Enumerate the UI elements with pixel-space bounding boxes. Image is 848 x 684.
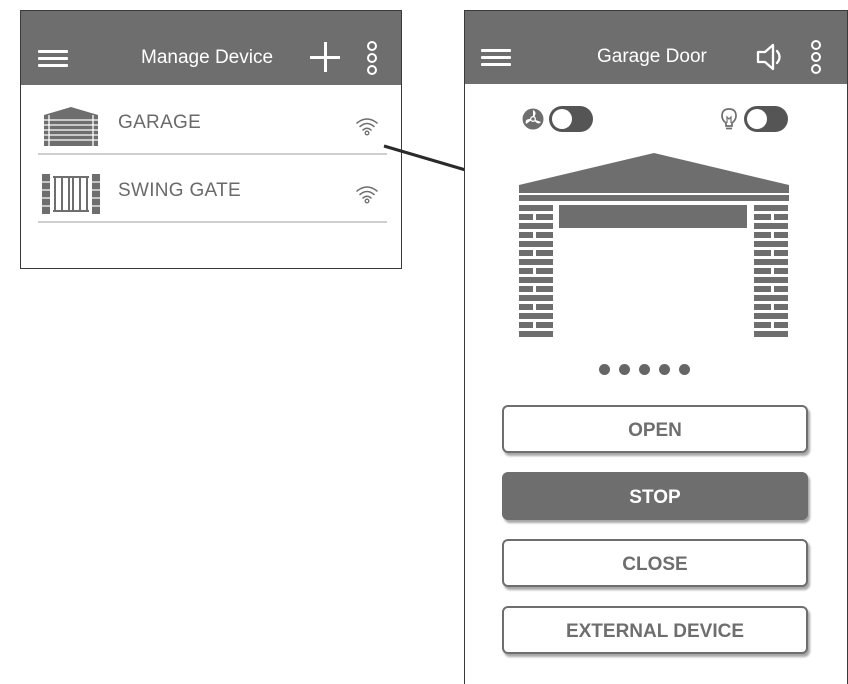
page-dot[interactable] <box>619 364 630 375</box>
hamburger-menu-icon[interactable] <box>38 47 68 69</box>
page-dot[interactable] <box>659 364 670 375</box>
stop-button[interactable]: STOP <box>502 472 808 520</box>
light-toggle[interactable] <box>744 106 788 132</box>
page-title: Garage Door <box>597 46 707 67</box>
vertical-dots-icon[interactable] <box>810 40 822 74</box>
hamburger-menu-icon[interactable] <box>481 46 511 68</box>
page-dot[interactable] <box>639 364 650 375</box>
page-dot[interactable] <box>679 364 690 375</box>
manage-device-screen: Manage Device GARAGE SWING GATE <box>20 10 402 269</box>
fan-icon <box>522 108 544 130</box>
device-item-garage[interactable]: GARAGE <box>38 89 387 155</box>
top-app-bar: Manage Device <box>21 11 401 85</box>
page-title: Manage Device <box>141 47 274 68</box>
open-button[interactable]: OPEN <box>502 405 808 453</box>
external-device-button[interactable]: EXTERNAL DEVICE <box>502 606 808 654</box>
divider <box>38 153 387 155</box>
speaker-icon[interactable] <box>755 42 787 72</box>
garage-door-screen: Garage Door OPEN STOP CLOSE EXTERNAL DEV… <box>464 10 848 684</box>
fan-toggle[interactable] <box>549 106 593 132</box>
vertical-dots-icon[interactable] <box>366 41 378 75</box>
lightbulb-icon <box>721 108 737 130</box>
wifi-signal-icon <box>356 118 378 136</box>
close-button[interactable]: CLOSE <box>502 539 808 587</box>
wifi-signal-icon <box>356 186 378 204</box>
device-item-swing-gate[interactable]: SWING GATE <box>38 157 387 223</box>
top-app-bar: Garage Door <box>465 11 847 84</box>
device-label: SWING GATE <box>118 180 241 201</box>
swing-gate-icon <box>42 174 100 214</box>
divider <box>38 221 387 223</box>
page-dot[interactable] <box>599 364 610 375</box>
device-label: GARAGE <box>118 112 202 133</box>
page-indicator[interactable] <box>599 364 699 376</box>
garage-door-icon <box>44 107 98 146</box>
plus-icon[interactable] <box>310 42 340 72</box>
garage-illustration-icon <box>519 153 789 337</box>
